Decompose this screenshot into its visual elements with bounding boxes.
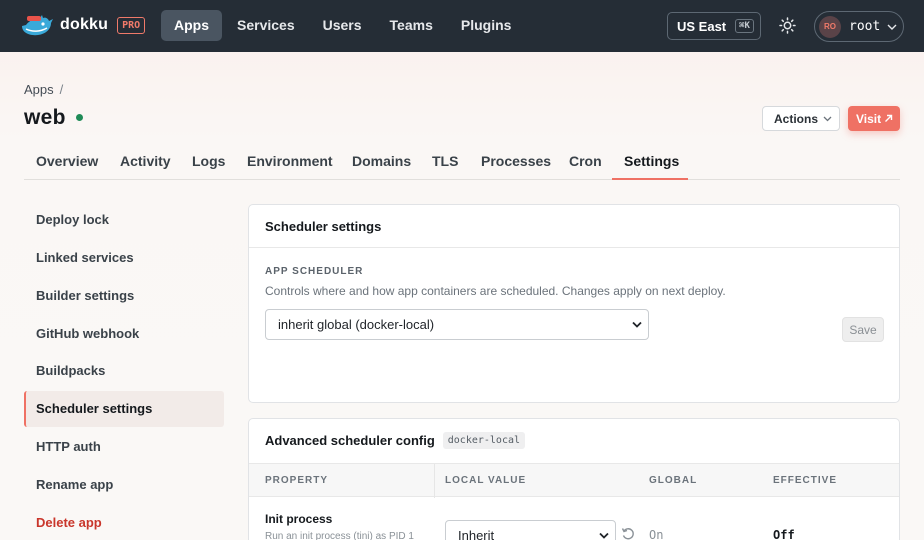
sidebar-item-builder-settings[interactable]: Builder settings [24,278,224,314]
actions-label: Actions [774,111,819,126]
card-header: Scheduler settings [249,205,899,248]
card-title: Advanced scheduler config [265,433,435,448]
reset-icon[interactable] [621,527,635,540]
visit-button[interactable]: Visit [848,106,900,131]
scheduler-badge: docker-local [442,432,526,449]
sidebar-item-linked-services[interactable]: Linked services [24,240,224,276]
card-title: Scheduler settings [265,219,382,234]
nav-users[interactable]: Users [310,10,375,41]
breadcrumb-separator: / [59,82,64,97]
tab-activity[interactable]: Activity [120,142,171,180]
external-link-icon [885,114,893,122]
page-title: web [24,106,66,129]
chevron-down-icon [599,532,609,539]
visit-label: Visit [856,111,882,126]
effective-value: Off [773,528,795,540]
scheduler-settings-card: Scheduler settings APP SCHEDULER Control… [248,204,900,403]
advanced-scheduler-card: Advanced scheduler config docker-local P… [248,418,900,540]
theme-toggle[interactable] [779,17,796,39]
column-header-global: GLOBAL [649,475,698,486]
chevron-down-icon [887,24,897,30]
avatar: RO [819,15,841,38]
card-header: Advanced scheduler config docker-local [265,432,526,449]
tab-tls[interactable]: TLS [432,142,458,180]
top-navbar: dokku PRO Apps Services Users Teams Plug… [0,0,924,52]
sidebar-item-github-webhook[interactable]: GitHub webhook [24,316,224,352]
logo[interactable]: dokku PRO [20,13,146,37]
scheduler-select[interactable]: inherit global (docker-local) [265,309,649,340]
main-nav: Apps Services Users Teams Plugins [161,10,526,41]
nav-services[interactable]: Services [224,10,308,41]
user-name: root [849,19,881,34]
sidebar-item-rename-app[interactable]: Rename app [24,467,224,503]
status-indicator [76,114,83,121]
sidebar-item-http-auth[interactable]: HTTP auth [24,429,224,465]
save-button[interactable]: Save [842,317,884,342]
tab-domains[interactable]: Domains [352,142,411,180]
sidebar-item-buildpacks[interactable]: Buildpacks [24,353,224,389]
local-value-select[interactable]: Inherit [445,520,616,540]
chevron-down-icon [823,116,832,121]
user-menu[interactable]: RO root [814,11,904,42]
app-scheduler-label: APP SCHEDULER [265,266,364,277]
scheduler-select-value: inherit global (docker-local) [278,317,435,332]
pro-badge: PRO [117,16,146,34]
whale-logo-icon [22,15,53,36]
sidebar-item-deploy-lock[interactable]: Deploy lock [24,202,224,238]
tab-environment[interactable]: Environment [247,142,333,180]
app-tabs: Overview Activity Logs Environment Domai… [24,142,900,180]
breadcrumb-apps[interactable]: Apps [24,82,54,97]
local-value-select-value: Inherit [458,527,495,540]
region-label: US East [677,18,727,34]
property-name: Init process [265,512,333,526]
nav-apps[interactable]: Apps [161,10,222,41]
sidebar-item-scheduler-settings[interactable]: Scheduler settings [24,391,224,427]
table-header: PROPERTY LOCAL VALUE GLOBAL EFFECTIVE [249,463,899,498]
column-header-effective: EFFECTIVE [773,475,838,486]
app-scheduler-help: Controls where and how app containers ar… [265,284,726,298]
logo-text: dokku [60,16,109,33]
breadcrumb: Apps / [24,82,63,97]
column-divider [434,464,435,498]
tab-settings[interactable]: Settings [612,142,688,180]
region-switcher[interactable]: US East ⌘K [667,12,761,40]
chevron-down-icon [632,321,642,328]
region-shortcut: ⌘K [735,19,754,33]
column-header-property: PROPERTY [265,475,329,486]
tab-overview[interactable]: Overview [36,142,98,180]
property-description: Run an init process (tini) as PID 1 [265,531,414,540]
tab-cron[interactable]: Cron [569,142,602,180]
nav-plugins[interactable]: Plugins [448,10,525,41]
nav-teams[interactable]: Teams [377,10,446,41]
global-value: On [649,528,664,540]
sidebar-item-delete-app[interactable]: Delete app [24,505,224,540]
tab-logs[interactable]: Logs [192,142,225,180]
sun-icon [779,17,796,34]
tab-processes[interactable]: Processes [481,142,551,180]
actions-button[interactable]: Actions [762,106,840,131]
column-header-local-value: LOCAL VALUE [445,475,527,486]
